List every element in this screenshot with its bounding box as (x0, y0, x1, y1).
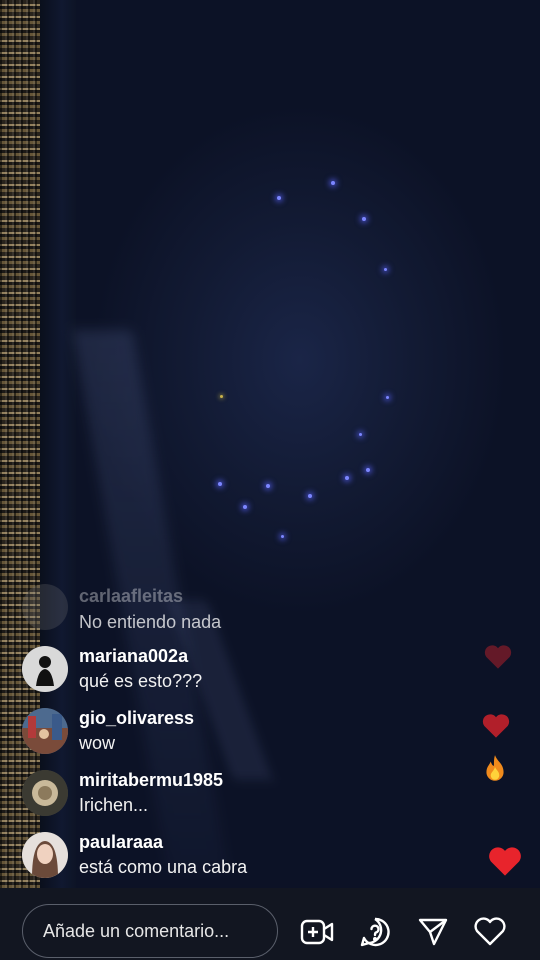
comment-item: paularaaa está como una cabra (22, 832, 482, 888)
avatar[interactable] (22, 708, 68, 754)
comment-input[interactable] (22, 904, 278, 958)
comment-text: No entiendo nada (79, 612, 222, 632)
send-icon[interactable] (415, 914, 451, 950)
bottom-bar (0, 888, 540, 960)
avatar[interactable] (22, 646, 68, 692)
avatar[interactable] (22, 832, 68, 878)
comment-item: mariana002a qué es esto??? (22, 646, 482, 702)
fire-icon (482, 754, 508, 789)
comment-item: gio_olivaress wow (22, 708, 482, 764)
comment-text: Irichen... (79, 795, 149, 815)
drone-light (281, 535, 284, 538)
comment-username[interactable]: paularaaa (79, 832, 163, 853)
heart-icon[interactable] (472, 914, 508, 950)
heart-icon (488, 846, 522, 882)
drone-light (345, 476, 349, 480)
drone-light (384, 268, 387, 271)
heart-icon (482, 713, 510, 744)
drone-light (362, 217, 366, 221)
drone-light (220, 395, 223, 398)
comment-text: está como una cabra (79, 857, 248, 877)
comment-item: miritabermu1985 Irichen... (22, 770, 482, 826)
drone-light (218, 482, 222, 486)
drone-light (386, 396, 389, 399)
comment-username[interactable]: gio_olivaress (79, 708, 194, 729)
comment-username[interactable]: miritabermu1985 (79, 770, 223, 791)
heart-icon (484, 644, 512, 675)
drone-light (366, 468, 370, 472)
drone-light (359, 433, 362, 436)
avatar[interactable] (22, 770, 68, 816)
comment-text: wow (79, 733, 116, 753)
drone-light (266, 484, 270, 488)
add-video-icon[interactable] (299, 914, 335, 950)
drone-light (331, 181, 335, 185)
comment-username[interactable]: carlaafleitas (79, 586, 183, 607)
drone-light (308, 494, 312, 498)
question-icon[interactable] (357, 914, 393, 950)
comment-text: qué es esto??? (79, 671, 203, 691)
drone-light (243, 505, 247, 509)
comment-username[interactable]: mariana002a (79, 646, 188, 667)
avatar[interactable] (22, 584, 68, 630)
comment-item: carlaafleitas No entiendo nada (22, 584, 482, 640)
drone-light (277, 196, 281, 200)
